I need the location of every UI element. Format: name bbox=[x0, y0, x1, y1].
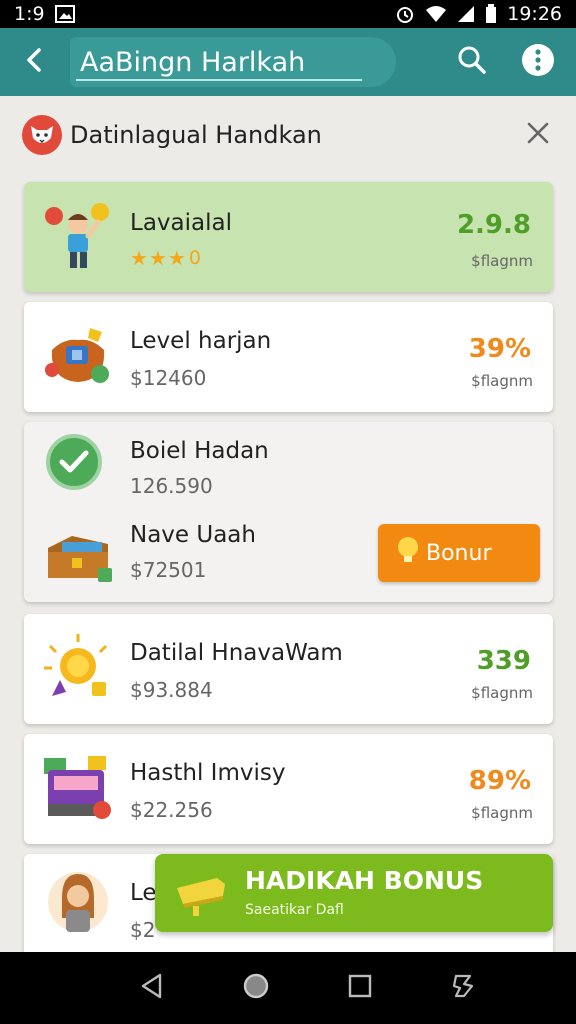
more-vert-icon bbox=[521, 43, 555, 81]
row-name: Datilal HnavaWam bbox=[130, 640, 343, 666]
bonus-button[interactable]: Bonur bbox=[378, 524, 540, 582]
nav-home-icon bbox=[242, 972, 270, 1004]
rating-stars: ★ ★ ★ 0 bbox=[130, 246, 201, 270]
girl-avatar-icon bbox=[42, 868, 114, 940]
back-button[interactable] bbox=[12, 40, 56, 84]
search-button[interactable] bbox=[450, 40, 494, 84]
banner-subtitle: Saeatikar Dafl bbox=[245, 902, 344, 918]
row-subtitle: $12460 bbox=[130, 366, 207, 390]
row-caption: $flagnm bbox=[471, 684, 533, 702]
nav-extra-button[interactable] bbox=[439, 963, 489, 1013]
banner-title: HADIKAH BONUS bbox=[245, 866, 484, 895]
wifi-icon bbox=[425, 5, 447, 23]
row-name: Lavaialal bbox=[130, 210, 232, 236]
signal-icon bbox=[457, 5, 475, 23]
row-caption: $flagnm bbox=[471, 372, 533, 390]
row-caption: $flagnm bbox=[471, 252, 533, 270]
bonus-banner[interactable]: HADIKAH BONUS Saeatikar Dafl bbox=[155, 854, 553, 932]
section-title: Datinlagual Handkan bbox=[70, 121, 322, 149]
main-content: Datinlagual Handkan Lavaialal ★ ★ ★ 0 2.… bbox=[0, 96, 576, 952]
row-name: Boiel Hadan bbox=[130, 438, 269, 464]
nav-home-button[interactable] bbox=[231, 963, 281, 1013]
list-item-group: Boiel Hadan 126.590 Nave Uaah $72501 Bon… bbox=[24, 422, 553, 602]
app-title: AaBingn Harlkah bbox=[80, 46, 306, 78]
nav-recents-button[interactable] bbox=[335, 963, 385, 1013]
star-icon: ★ bbox=[130, 246, 148, 270]
list-item[interactable]: Hasthl Imvisy $22.256 89% $flagnm bbox=[24, 734, 553, 844]
status-bar: 1:9 19:26 bbox=[0, 0, 576, 28]
row-value: 2.9.8 bbox=[456, 210, 531, 240]
nav-back-button[interactable] bbox=[127, 963, 177, 1013]
row-name: Le bbox=[130, 880, 157, 906]
row-value: 39% bbox=[468, 334, 531, 364]
search-icon bbox=[457, 45, 487, 79]
close-button[interactable] bbox=[520, 117, 556, 153]
battery-icon bbox=[485, 4, 497, 24]
status-time-right: 19:26 bbox=[507, 3, 562, 25]
row-name: Nave Uaah bbox=[130, 522, 256, 548]
row-subtitle: 126.590 bbox=[130, 474, 213, 498]
row-name: Hasthl Imvisy bbox=[130, 760, 286, 786]
row-subtitle: $72501 bbox=[130, 558, 207, 582]
system-navigation-bar bbox=[0, 952, 576, 1024]
arrow-left-icon bbox=[23, 47, 45, 77]
nav-extra-icon bbox=[450, 972, 478, 1004]
close-icon bbox=[527, 122, 549, 148]
kid-waving-icon bbox=[42, 200, 114, 272]
star-icon: ★ bbox=[148, 246, 167, 270]
app-bar: AaBingn Harlkah bbox=[0, 28, 576, 96]
status-time-left: 1:9 bbox=[14, 3, 45, 25]
rating-value: 0 bbox=[188, 247, 201, 269]
star-icon: ★ bbox=[167, 246, 186, 270]
row-subtitle: $22.256 bbox=[130, 798, 213, 822]
row-name: Level harjan bbox=[130, 328, 272, 354]
bonus-button-label: Bonur bbox=[426, 540, 492, 566]
golden-ticket-icon bbox=[173, 868, 229, 918]
more-options-button[interactable] bbox=[516, 40, 560, 84]
alarm-icon bbox=[395, 4, 415, 24]
row-value: 339 bbox=[476, 646, 531, 676]
cash-register-icon bbox=[42, 752, 114, 824]
row-subtitle: $93.884 bbox=[130, 678, 213, 702]
row-value: 89% bbox=[468, 766, 531, 796]
sun-coin-icon bbox=[42, 632, 114, 704]
fox-logo-icon bbox=[22, 115, 62, 155]
list-item[interactable]: Datilal HnavaWam $93.884 339 $flagnm bbox=[24, 614, 553, 724]
app-title-field[interactable]: AaBingn Harlkah bbox=[70, 37, 396, 87]
lightbulb-icon bbox=[394, 535, 422, 571]
list-item[interactable]: Level harjan $12460 39% $flagnm bbox=[24, 302, 553, 412]
row-caption: $flagnm bbox=[471, 804, 533, 822]
checkmark-icon bbox=[46, 434, 102, 490]
treasure-chest-icon bbox=[42, 518, 114, 590]
nav-recents-icon bbox=[348, 974, 372, 1002]
list-item[interactable]: Lavaialal ★ ★ ★ 0 2.9.8 $flagnm bbox=[24, 182, 553, 292]
treasure-bag-icon bbox=[42, 320, 114, 392]
nav-back-icon bbox=[140, 973, 164, 1003]
gallery-notification-icon bbox=[54, 5, 75, 23]
section-header: Datinlagual Handkan bbox=[22, 114, 556, 156]
row-subtitle: $2 bbox=[130, 918, 156, 942]
